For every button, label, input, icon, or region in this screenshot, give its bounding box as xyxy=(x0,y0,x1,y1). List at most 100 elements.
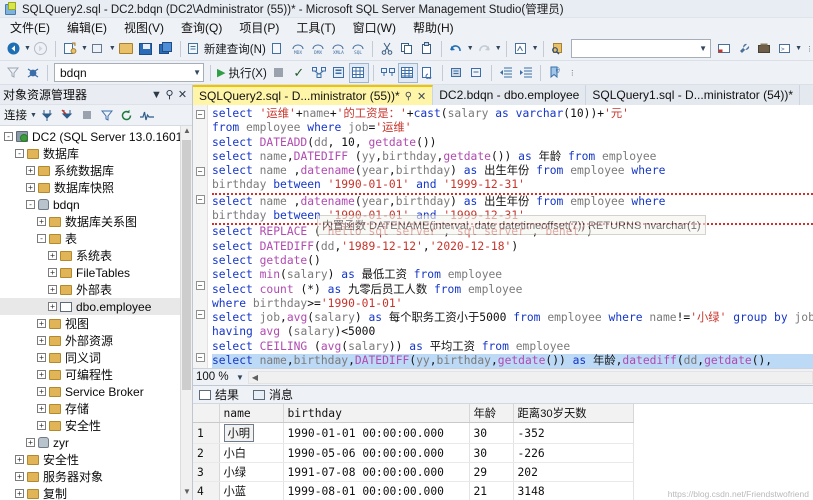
cell-birthday[interactable]: 1999-08-01 00:00:00.000 xyxy=(283,481,470,500)
tree-expander-icon[interactable]: + xyxy=(37,353,46,362)
toolbox-icon[interactable] xyxy=(714,39,734,59)
column-header[interactable]: birthday xyxy=(283,404,470,423)
tree-expander-icon[interactable]: - xyxy=(4,132,13,141)
undo-caret-icon[interactable]: ▼ xyxy=(467,45,474,52)
tab-results[interactable]: 结果 xyxy=(199,386,239,403)
menu-item-project[interactable]: 项目(P) xyxy=(231,18,288,37)
tree-item[interactable]: + 外部表 xyxy=(0,281,192,298)
debug-icon[interactable] xyxy=(23,63,43,83)
results-to-file-icon[interactable] xyxy=(418,63,438,83)
tree-item[interactable]: -表 xyxy=(0,230,192,247)
cell-age[interactable]: 21 xyxy=(469,481,514,500)
cell-age[interactable]: 30 xyxy=(469,422,514,444)
table-row[interactable]: 3 小绿 1991-07-08 00:00:00.000 29 202 xyxy=(193,462,634,482)
tree-expander-icon[interactable]: + xyxy=(48,251,57,260)
results-to-grid-alt-icon[interactable] xyxy=(397,62,418,83)
disconnect-icon[interactable] xyxy=(57,105,77,125)
tree-expander-icon[interactable]: + xyxy=(26,183,35,192)
navigate-back-icon[interactable] xyxy=(3,39,23,59)
tree-expander-icon[interactable]: + xyxy=(37,336,46,345)
tree-expander-icon[interactable]: + xyxy=(37,217,46,226)
refresh-icon[interactable] xyxy=(117,105,137,125)
tree-expander-icon[interactable]: + xyxy=(37,370,46,379)
tree-expander-icon[interactable]: + xyxy=(26,438,35,447)
tree-expander-icon[interactable]: + xyxy=(26,166,35,175)
decrease-indent-icon[interactable] xyxy=(496,63,516,83)
tree-item[interactable]: + 视图 xyxy=(0,315,192,332)
tree-expander-icon[interactable]: - xyxy=(26,200,35,209)
row-number[interactable]: 4 xyxy=(193,481,220,500)
save-all-icon[interactable] xyxy=(156,39,176,59)
collapse-toggle[interactable]: − xyxy=(193,193,207,207)
cell-days[interactable]: 202 xyxy=(513,462,634,482)
toggle-bookmark-icon[interactable]: @ xyxy=(545,63,565,83)
sql-editor[interactable]: − − − − − − select '运维'+name+'的工资是：'+cast(sal… xyxy=(193,105,813,368)
paste-icon[interactable] xyxy=(417,39,437,59)
stop-icon[interactable] xyxy=(269,63,289,83)
open-file-caret-icon[interactable]: ▼ xyxy=(109,45,116,52)
tree-expander-icon[interactable]: + xyxy=(15,455,24,464)
template-explorer-icon[interactable]: >_ xyxy=(774,39,794,59)
grid-corner[interactable] xyxy=(193,404,220,423)
cell-name[interactable]: 小蓝 xyxy=(219,481,284,500)
connect-caret-icon[interactable]: ▼ xyxy=(30,112,37,119)
chevron-down-icon[interactable]: ▼ xyxy=(236,373,244,382)
chevron-down-icon[interactable]: ▼ xyxy=(150,89,163,101)
tree-expander-icon[interactable]: + xyxy=(37,319,46,328)
tree-expander-icon[interactable]: - xyxy=(15,149,24,158)
new-item-icon[interactable] xyxy=(60,39,80,59)
tree-expander-icon[interactable]: + xyxy=(37,404,46,413)
cell-name[interactable]: 小绿 xyxy=(219,462,284,482)
navigate-forward-icon[interactable] xyxy=(31,39,51,59)
tree-scrollbar[interactable]: ▲ ▼ xyxy=(180,126,192,500)
cell-name[interactable]: 小白 xyxy=(219,443,284,463)
tree-item[interactable]: + Service Broker xyxy=(0,383,192,400)
close-icon[interactable]: ✕ xyxy=(417,90,426,103)
find-caret-icon[interactable]: ▼ xyxy=(532,45,539,52)
tab-dbo-employee[interactable]: DC2.bdqn - dbo.employee xyxy=(433,85,587,105)
tree-item[interactable]: - bdqn xyxy=(0,196,192,213)
quick-launch-caret-icon[interactable]: ▼ xyxy=(699,44,707,53)
properties-window-icon[interactable] xyxy=(734,39,754,59)
tab-messages[interactable]: 消息 xyxy=(253,386,293,403)
analysis-services-xmla-query-icon[interactable]: XMLA xyxy=(328,39,348,59)
find-in-files-icon[interactable] xyxy=(511,39,531,59)
column-header[interactable]: 距离30岁天数 xyxy=(513,404,634,423)
analysis-services-dmx-query-icon[interactable]: DMX xyxy=(308,39,328,59)
analysis-services-mdx-query-icon[interactable]: MDX xyxy=(288,39,308,59)
results-grid[interactable]: name birthday 年龄 距离30岁天数 1 小明 1990-01-01 00:00… xyxy=(193,404,813,500)
pin-icon[interactable]: ⚲ xyxy=(163,88,176,101)
menu-item-view[interactable]: 视图(V) xyxy=(116,18,173,37)
increase-indent-icon[interactable] xyxy=(516,63,536,83)
tree-item[interactable]: + 外部资源 xyxy=(0,332,192,349)
tree-item[interactable]: + dbo.employee xyxy=(0,298,192,315)
collapse-toggle[interactable]: − xyxy=(193,107,207,121)
back-dropdown-caret-icon[interactable]: ▼ xyxy=(24,45,31,52)
tree-item[interactable]: + 数据库快照 xyxy=(0,179,192,196)
tree-expander-icon[interactable]: + xyxy=(48,268,57,277)
filter-icon[interactable] xyxy=(97,105,117,125)
table-row[interactable]: 4 小蓝 1999-08-01 00:00:00.000 21 3148 xyxy=(193,481,634,500)
tree-item[interactable]: + 数据库关系图 xyxy=(0,213,192,230)
new-item-caret-icon[interactable]: ▼ xyxy=(81,45,88,52)
tree-item[interactable]: + 服务器对象 xyxy=(0,468,192,485)
table-row[interactable]: 1 小明 1990-01-01 00:00:00.000 30 -352 xyxy=(193,422,634,444)
menu-item-file[interactable]: 文件(E) xyxy=(2,18,59,37)
display-estimated-execution-plan-icon[interactable] xyxy=(309,63,329,83)
collapse-toggle[interactable]: − xyxy=(193,279,207,293)
column-header[interactable]: 年龄 xyxy=(469,404,514,423)
cell-days[interactable]: -226 xyxy=(513,443,634,463)
scroll-left-arrow-icon[interactable]: ◀ xyxy=(249,373,261,382)
close-icon[interactable]: ✕ xyxy=(176,88,189,101)
parse-check-icon[interactable]: ✓ xyxy=(289,63,309,83)
row-number[interactable]: 3 xyxy=(193,462,220,482)
chevron-down-icon[interactable]: ▼ xyxy=(193,68,201,77)
menu-item-window[interactable]: 窗口(W) xyxy=(345,18,405,37)
tree-item[interactable]: + zyr xyxy=(0,434,192,451)
cell-birthday[interactable]: 1990-01-01 00:00:00.000 xyxy=(283,422,470,444)
tree-item[interactable]: + 可编程性 xyxy=(0,366,192,383)
template-caret-icon[interactable]: ▼ xyxy=(795,45,802,52)
redo-caret-icon[interactable]: ▼ xyxy=(495,45,502,52)
cell-age[interactable]: 30 xyxy=(469,443,514,463)
tree-expander-icon[interactable]: + xyxy=(48,285,57,294)
